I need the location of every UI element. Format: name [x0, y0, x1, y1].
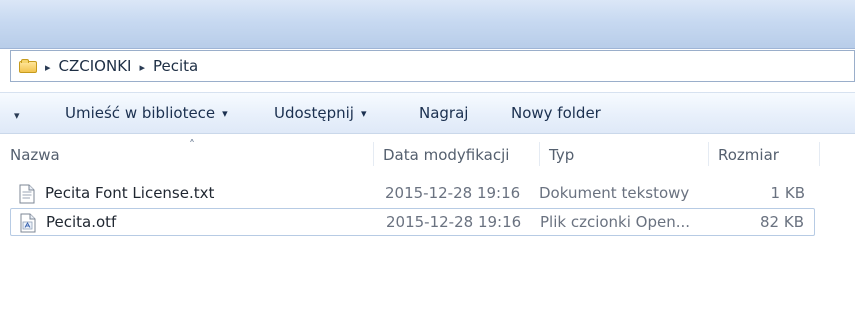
file-name: Pecita.otf: [46, 213, 117, 231]
file-date: 2015-12-28 19:16: [385, 184, 521, 202]
sort-ascending-icon: ˄: [189, 138, 195, 152]
file-row-pecita-otf[interactable]: Pecita.otf 2015-12-28 19:16 Plik czcionk…: [10, 208, 815, 236]
date-column-header[interactable]: Data modyfikacji: [383, 146, 509, 164]
name-column-header[interactable]: Nazwa: [10, 146, 60, 164]
new-folder-label: Nowy folder: [511, 104, 601, 122]
file-list-empty-area[interactable]: [0, 246, 855, 325]
share-button[interactable]: Udostępnij ▾: [274, 104, 367, 122]
address-bar[interactable]: ▸ CZCIONKI ▸ Pecita: [10, 50, 855, 82]
file-size: 82 KB: [760, 213, 804, 231]
breadcrumb-czcionki[interactable]: CZCIONKI: [59, 57, 132, 75]
file-row-pecita-font-license[interactable]: Pecita Font License.txt 2015-12-28 19:16…: [10, 180, 815, 208]
share-dropdown-icon: ▾: [360, 107, 367, 120]
breadcrumb-separator-icon: ▸: [45, 60, 51, 74]
size-column-header[interactable]: Rozmiar: [718, 146, 779, 164]
file-name: Pecita Font License.txt: [45, 184, 215, 202]
file-type: Plik czcionki Open...: [540, 213, 691, 231]
folder-icon: [19, 59, 37, 73]
file-date: 2015-12-28 19:16: [386, 213, 522, 231]
new-folder-button[interactable]: Nowy folder: [511, 104, 601, 122]
file-size: 1 KB: [770, 184, 805, 202]
breadcrumb-pecita[interactable]: Pecita: [153, 57, 198, 75]
command-toolbar: ▾ Umieść w bibliotece ▾ Udostępnij ▾ Nagra…: [0, 92, 855, 134]
file-explorer-window: ▸ CZCIONKI ▸ Pecita ▾ Umieść w bibliotec…: [0, 0, 855, 325]
organize-dropdown-icon[interactable]: ▾: [14, 109, 20, 122]
column-divider: [539, 142, 540, 166]
include-in-library-label: Umieść w bibliotece: [65, 104, 216, 122]
share-label: Udostępnij: [274, 104, 354, 122]
column-divider: [373, 142, 374, 166]
column-divider: [708, 142, 709, 166]
column-divider: [819, 142, 820, 166]
include-in-library-button[interactable]: Umieść w bibliotece ▾: [65, 104, 228, 122]
file-type: Dokument tekstowy: [539, 184, 690, 202]
include-in-library-dropdown-icon: ▾: [222, 107, 228, 120]
burn-label: Nagraj: [419, 104, 469, 122]
breadcrumb-separator-icon: ▸: [139, 60, 145, 74]
column-header-row: ˄ Nazwa Data modyfikacji Typ Rozmiar: [0, 134, 855, 174]
font-file-icon: [20, 213, 36, 233]
type-column-header[interactable]: Typ: [549, 146, 574, 164]
window-titlebar: [0, 0, 855, 49]
text-file-icon: [19, 184, 35, 204]
burn-button[interactable]: Nagraj: [419, 104, 468, 122]
